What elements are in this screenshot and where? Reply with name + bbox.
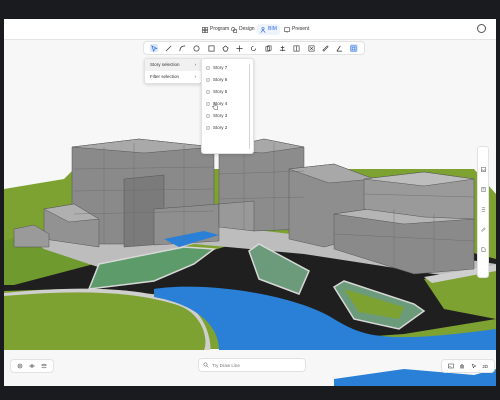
file-icon[interactable] xyxy=(481,247,486,252)
image-icon[interactable] xyxy=(448,363,454,369)
polygon-icon xyxy=(222,44,229,51)
document-icon[interactable] xyxy=(481,187,486,192)
tab-design[interactable]: Design xyxy=(228,24,258,35)
move-icon xyxy=(236,44,243,52)
story-label: Story 3 xyxy=(213,113,228,118)
pointer-icon xyxy=(150,44,158,52)
settings-icon[interactable] xyxy=(17,363,23,369)
angle-icon xyxy=(336,45,343,51)
drawing-toolbar xyxy=(143,41,365,55)
tab-program-label: Program xyxy=(210,26,230,32)
arc-tool[interactable] xyxy=(179,44,187,52)
align-icon xyxy=(279,45,286,51)
inbox-icon[interactable] xyxy=(481,167,486,172)
ruler-icon xyxy=(322,44,329,52)
list-icon[interactable] xyxy=(481,207,486,212)
app-window: Program Design BIM Present Story selecti… xyxy=(4,19,496,386)
right-tool-panel xyxy=(477,146,489,278)
chat-icon[interactable] xyxy=(477,24,486,33)
hand-icon[interactable] xyxy=(459,363,465,369)
story-item[interactable]: Story 5 xyxy=(206,87,227,97)
move-tool[interactable] xyxy=(236,44,244,52)
pencil-icon[interactable] xyxy=(481,227,486,232)
radio-icon xyxy=(206,114,210,118)
eye-icon[interactable] xyxy=(29,363,35,369)
story-item[interactable]: Story 3 xyxy=(206,111,227,121)
menu-item-label: Filter selection xyxy=(150,74,180,79)
shapes-icon xyxy=(231,26,237,33)
top-bar: Program Design BIM Present xyxy=(4,19,496,40)
rotate-icon xyxy=(251,45,257,51)
align-tool[interactable] xyxy=(279,44,287,52)
grid-icon xyxy=(202,26,208,33)
arc-icon xyxy=(179,45,186,51)
layers-icon xyxy=(350,45,357,51)
radio-icon xyxy=(206,102,210,106)
menu-item-filter-selection[interactable]: Filter selection › xyxy=(145,71,201,83)
view-mode-2d[interactable]: 2D xyxy=(482,364,488,369)
radio-icon xyxy=(206,66,210,70)
scrollbar[interactable] xyxy=(248,64,250,149)
tab-present-label: Present xyxy=(292,26,310,32)
layers-tool[interactable] xyxy=(349,44,358,52)
circle-icon xyxy=(193,45,200,51)
measure-tool[interactable] xyxy=(321,44,329,52)
person-icon xyxy=(260,26,266,33)
story-submenu: Story 7 Story 6 Story 5 Story 4 Story 3 … xyxy=(201,58,254,154)
mirror-icon xyxy=(293,45,300,51)
selection-menu: Story selection › Filter selection › xyxy=(144,58,202,84)
command-search[interactable]: Try Draw Line xyxy=(198,358,306,372)
mirror-tool[interactable] xyxy=(293,44,301,52)
line-icon xyxy=(165,45,172,51)
square-icon xyxy=(208,45,215,51)
x-box-icon xyxy=(308,45,314,51)
angle-tool[interactable] xyxy=(336,44,344,52)
search-placeholder: Try Draw Line xyxy=(212,362,240,368)
tab-present[interactable]: Present xyxy=(281,24,312,35)
layers-dropdown-icon[interactable] xyxy=(41,363,47,369)
radio-icon xyxy=(206,90,210,94)
chevron-right-icon: › xyxy=(194,62,197,67)
select-tool[interactable] xyxy=(150,44,159,52)
navigation-controls: 2D xyxy=(441,359,495,373)
rotate-tool[interactable] xyxy=(250,44,258,52)
story-label: Story 5 xyxy=(213,89,228,94)
circle-tool[interactable] xyxy=(193,44,201,52)
copy-tool[interactable] xyxy=(264,44,272,52)
story-item[interactable]: Story 7 xyxy=(206,63,227,73)
radio-icon xyxy=(206,126,210,130)
polygon-tool[interactable] xyxy=(221,44,229,52)
hand-cursor-icon xyxy=(212,102,218,110)
menu-item-story-selection[interactable]: Story selection › xyxy=(145,59,201,71)
tab-bim-label: BIM xyxy=(268,26,277,32)
story-item[interactable]: Story 2 xyxy=(206,123,227,133)
line-tool[interactable] xyxy=(164,44,172,52)
story-label: Story 7 xyxy=(213,65,228,70)
present-icon xyxy=(284,26,290,33)
rectangle-tool[interactable] xyxy=(207,44,215,52)
story-label: Story 2 xyxy=(213,125,228,130)
story-item[interactable]: Story 6 xyxy=(206,75,227,85)
tab-design-label: Design xyxy=(239,26,255,32)
tab-bim[interactable]: BIM xyxy=(257,24,280,35)
search-icon xyxy=(203,362,209,368)
view-controls xyxy=(10,359,54,373)
menu-item-label: Story selection xyxy=(150,62,180,67)
story-label: Story 6 xyxy=(213,77,228,82)
chevron-right-icon: › xyxy=(194,74,197,79)
cursor-icon[interactable] xyxy=(471,363,477,369)
copy-icon xyxy=(265,45,272,51)
delete-tool[interactable] xyxy=(307,44,315,52)
radio-icon xyxy=(206,78,210,82)
